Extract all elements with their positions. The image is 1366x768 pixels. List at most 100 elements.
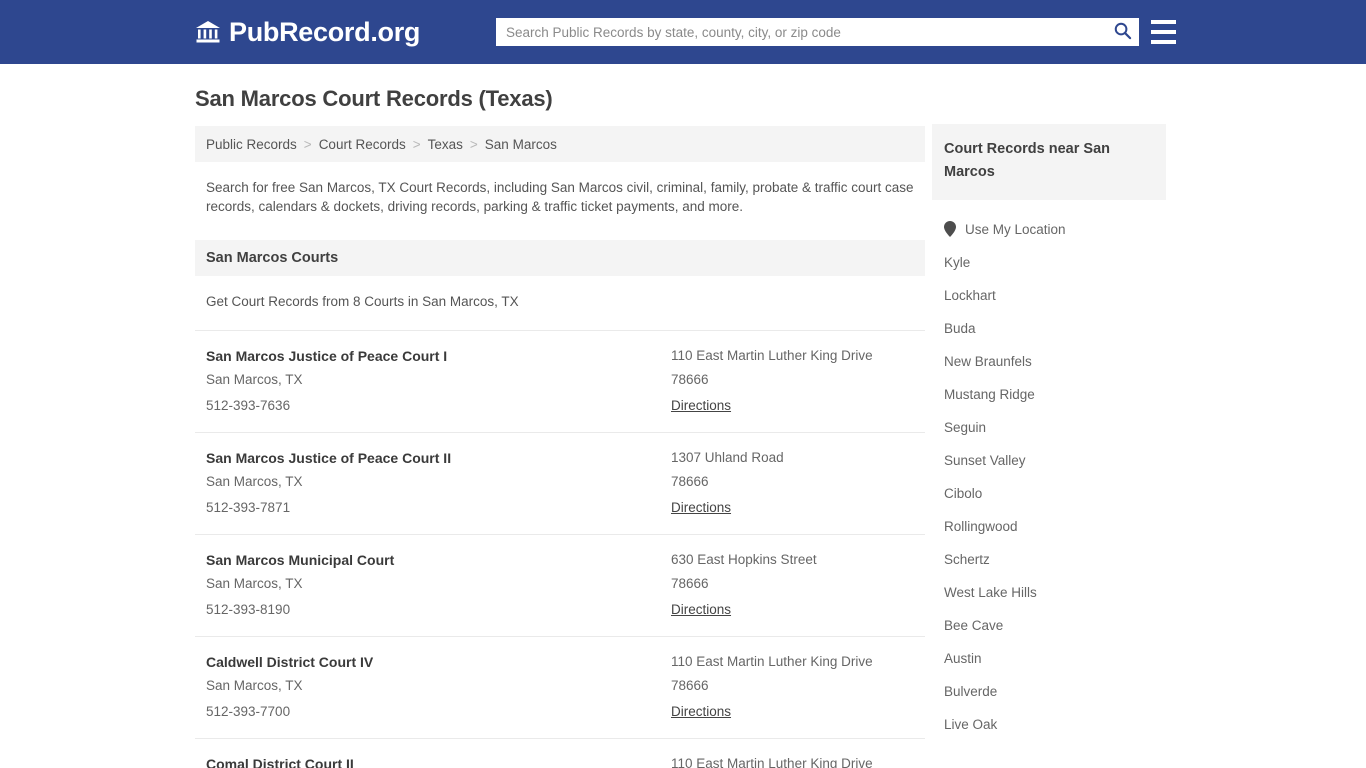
page-title: San Marcos Court Records (Texas) — [195, 86, 553, 111]
table-row: San Marcos Justice of Peace Court I San … — [195, 330, 925, 432]
sidebar-item-label: Sunset Valley — [944, 453, 1026, 468]
directions-link[interactable]: Directions — [671, 393, 731, 419]
sidebar-item-austin[interactable]: Austin — [932, 642, 1166, 675]
breadcrumb-separator-icon: > — [412, 136, 421, 152]
court-address: 110 East Martin Luther King Drive 78666 … — [671, 753, 914, 768]
sidebar-item-new-braunfels[interactable]: New Braunfels — [932, 345, 1166, 378]
court-zip: 78666 — [671, 576, 709, 591]
sidebar-item-label: Bulverde — [944, 684, 998, 699]
sidebar-item-mustang-ridge[interactable]: Mustang Ridge — [932, 378, 1166, 411]
sidebar-item-use-my-location[interactable]: Use My Location — [932, 212, 1166, 246]
page-description: Search for free San Marcos, TX Court Rec… — [206, 180, 914, 214]
sidebar-item-rollingwood[interactable]: Rollingwood — [932, 510, 1166, 543]
search-icon — [1113, 21, 1132, 43]
breadcrumb-separator-icon: > — [303, 136, 312, 152]
court-name: San Marcos Justice of Peace Court II — [206, 450, 452, 466]
breadcrumb: Public Records > Court Records > Texas >… — [195, 126, 925, 162]
site-logo[interactable]: PubRecord.org — [195, 17, 420, 48]
court-name: San Marcos Municipal Court — [206, 552, 395, 568]
breadcrumb-item-texas[interactable]: Texas — [428, 137, 463, 152]
sidebar-item-label: West Lake Hills — [944, 585, 1037, 600]
court-phone: 512-393-7871 — [206, 500, 291, 515]
sidebar-item-label: Use My Location — [965, 221, 1066, 237]
hamburger-menu-icon[interactable] — [1151, 20, 1176, 44]
court-info: Caldwell District Court IV San Marcos, T… — [206, 651, 671, 725]
section-header-label: San Marcos Courts — [206, 250, 339, 266]
hamburger-bar — [1151, 30, 1176, 34]
sidebar-item-label: Bee Cave — [944, 618, 1004, 633]
site-header: PubRecord.org — [0, 0, 1366, 64]
sidebar-item-seguin[interactable]: Seguin — [932, 411, 1166, 444]
directions-link[interactable]: Directions — [671, 597, 731, 623]
court-list: San Marcos Justice of Peace Court I San … — [195, 330, 925, 768]
sidebar-item-bulverde[interactable]: Bulverde — [932, 675, 1166, 708]
sidebar-item-label: Buda — [944, 321, 976, 336]
court-name: San Marcos Justice of Peace Court I — [206, 348, 448, 364]
breadcrumb-item-san-marcos: San Marcos — [484, 136, 557, 152]
sidebar-item-sunset-valley[interactable]: Sunset Valley — [932, 444, 1166, 477]
section-header-san-marcos-courts: San Marcos Courts — [195, 240, 925, 276]
sidebar-item-label: Kyle — [944, 255, 971, 270]
court-street: 110 East Martin Luther King Drive — [671, 348, 873, 363]
breadcrumb-item-public-records[interactable]: Public Records — [206, 137, 297, 152]
breadcrumb-separator-icon: > — [469, 136, 478, 152]
search-button[interactable] — [1105, 18, 1139, 46]
sidebar-item-label: Seguin — [944, 420, 987, 435]
sidebar-item-label: New Braunfels — [944, 354, 1032, 369]
court-phone: 512-393-7636 — [206, 398, 291, 413]
court-zip: 78666 — [671, 474, 709, 489]
court-phone: 512-393-7700 — [206, 704, 291, 719]
map-pin-icon — [944, 221, 956, 237]
bank-building-icon — [195, 19, 221, 45]
directions-link[interactable]: Directions — [671, 699, 731, 725]
sidebar-item-label: Lockhart — [944, 288, 996, 303]
sidebar-item-buda[interactable]: Buda — [932, 312, 1166, 345]
sidebar-item-label: Cibolo — [944, 486, 983, 501]
court-info: Comal District Court II San Marcos, TX 5… — [206, 753, 671, 768]
court-address: 110 East Martin Luther King Drive 78666 … — [671, 345, 914, 419]
court-info: San Marcos Justice of Peace Court I San … — [206, 345, 671, 419]
table-row: Comal District Court II San Marcos, TX 5… — [195, 738, 925, 768]
search-input[interactable] — [496, 19, 1105, 45]
directions-link[interactable]: Directions — [671, 495, 731, 521]
sidebar-item-lockhart[interactable]: Lockhart — [932, 279, 1166, 312]
sidebar-item-cibolo[interactable]: Cibolo — [932, 477, 1166, 510]
court-info: San Marcos Justice of Peace Court II San… — [206, 447, 671, 521]
table-row: Caldwell District Court IV San Marcos, T… — [195, 636, 925, 738]
court-city: San Marcos, TX — [206, 372, 303, 387]
section-subtitle: Get Court Records from 8 Courts in San M… — [206, 294, 519, 309]
court-name: Caldwell District Court IV — [206, 654, 374, 670]
search-bar — [496, 18, 1139, 46]
hamburger-bar — [1151, 20, 1176, 24]
sidebar-item-label: Live Oak — [944, 717, 998, 732]
sidebar-item-schertz[interactable]: Schertz — [932, 543, 1166, 576]
court-city: San Marcos, TX — [206, 678, 303, 693]
table-row: San Marcos Municipal Court San Marcos, T… — [195, 534, 925, 636]
sidebar-item-label: Mustang Ridge — [944, 387, 1035, 402]
court-street: 110 East Martin Luther King Drive — [671, 756, 873, 768]
sidebar-nearby-list: Use My Location Kyle Lockhart Buda New B… — [932, 200, 1166, 741]
site-logo-text: PubRecord.org — [229, 16, 421, 47]
court-street: 1307 Uhland Road — [671, 450, 784, 465]
sidebar-item-bee-cave[interactable]: Bee Cave — [932, 609, 1166, 642]
court-zip: 78666 — [671, 372, 709, 387]
breadcrumb-item-court-records[interactable]: Court Records — [319, 137, 406, 152]
court-city: San Marcos, TX — [206, 474, 303, 489]
sidebar-item-west-lake-hills[interactable]: West Lake Hills — [932, 576, 1166, 609]
hamburger-bar — [1151, 40, 1176, 44]
court-address: 630 East Hopkins Street 78666 Directions — [671, 549, 914, 623]
sidebar-item-live-oak[interactable]: Live Oak — [932, 708, 1166, 741]
court-name: Comal District Court II — [206, 756, 354, 768]
main-content: San Marcos Court Records (Texas) Public … — [195, 86, 925, 768]
court-street: 110 East Martin Luther King Drive — [671, 654, 873, 669]
court-info: San Marcos Municipal Court San Marcos, T… — [206, 549, 671, 623]
sidebar: Court Records near San Marcos Use My Loc… — [932, 124, 1166, 741]
sidebar-item-label: Schertz — [944, 552, 990, 567]
sidebar-item-label: Rollingwood — [944, 519, 1018, 534]
sidebar-title: Court Records near San Marcos — [932, 124, 1166, 200]
table-row: San Marcos Justice of Peace Court II San… — [195, 432, 925, 534]
sidebar-item-kyle[interactable]: Kyle — [932, 246, 1166, 279]
sidebar-item-label: Austin — [944, 651, 982, 666]
court-zip: 78666 — [671, 678, 709, 693]
court-address: 1307 Uhland Road 78666 Directions — [671, 447, 914, 521]
